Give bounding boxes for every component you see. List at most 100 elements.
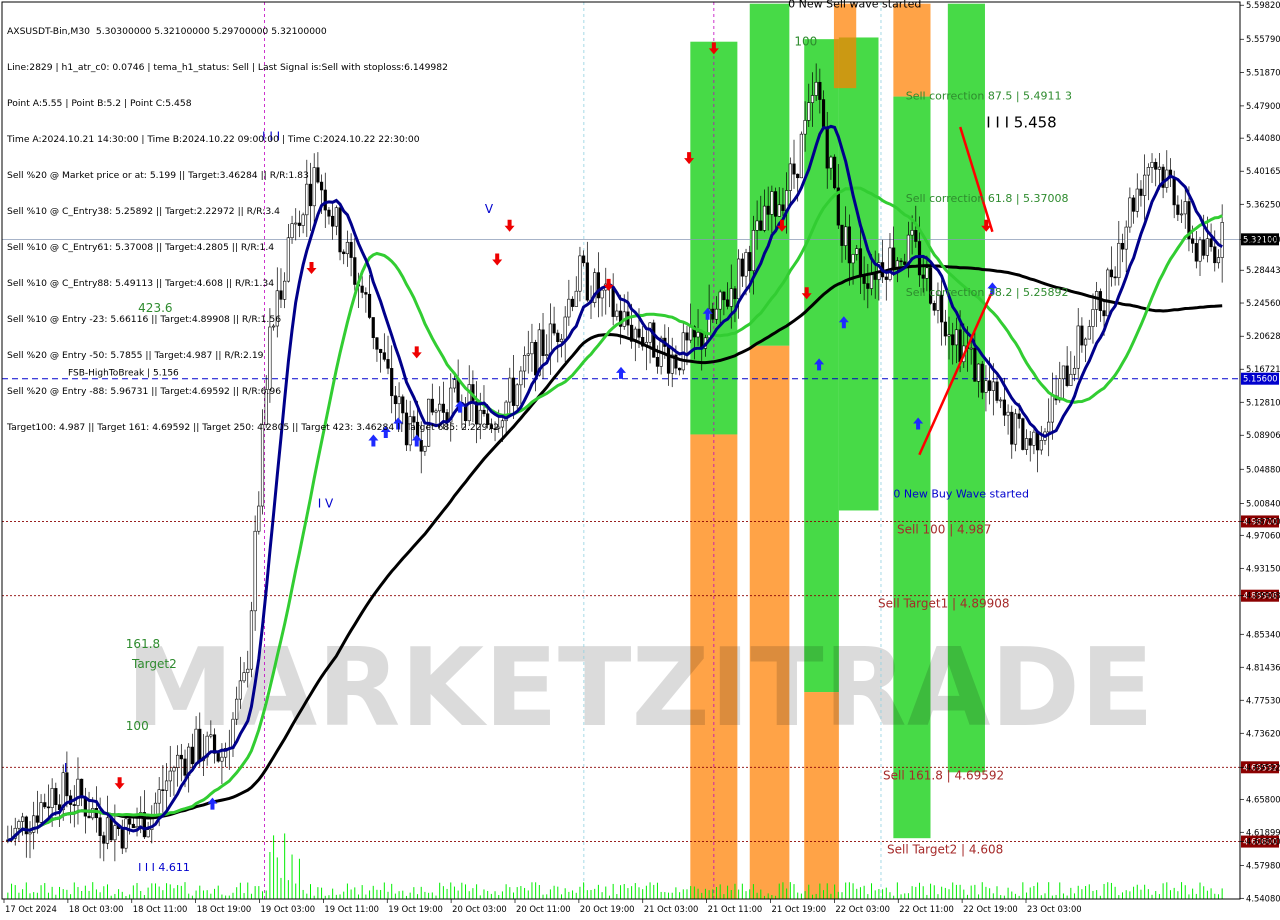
candle-body [733,288,737,300]
chart-annotation: I V [318,497,334,511]
candle-body [781,204,785,211]
info-line: Sell %20 @ Entry -50: 5.7855 || Target:4… [7,350,264,361]
info-line: Sell %20 @ Entry -88: 5.96731 || Target:… [7,386,282,397]
candle-body [1128,197,1132,228]
x-tick-label: 20 Oct 11:00 [516,904,571,914]
y-tick-label: 5.36250 [1246,199,1280,209]
x-tick-label: 18 Oct 03:00 [69,904,124,914]
y-tick-label: 5.32100 [1246,234,1280,244]
candle-body [43,802,47,808]
candle-body [216,753,220,762]
candle-body [711,308,715,320]
candle-body [578,255,582,292]
info-line: Sell %10 @ C_Entry88: 5.49113 || Target:… [7,278,275,289]
candle-body [1176,204,1180,215]
candle-body [1095,291,1099,310]
candle-body [914,230,918,242]
candle-body [168,770,172,782]
candle-body [980,363,984,393]
y-tick-label: 5.28443 [1246,265,1280,275]
candle-body [652,322,656,358]
candle-body [1002,399,1006,416]
candle-body [179,754,183,760]
chart-annotation: 161.8 [126,637,160,651]
candle-body [1113,276,1117,279]
candle-body [1135,188,1139,212]
candle-body [109,817,113,841]
y-tick-label: 5.51870 [1246,67,1280,77]
chart-annotation: Sell correction 38.2 | 5.25892 [906,286,1069,299]
candle-body [748,252,752,272]
chart-annotation: Target2 [131,657,177,671]
candle-body [740,258,744,277]
candle-body [833,156,837,189]
candle-body [759,220,763,231]
y-tick-label: 5.00840 [1246,498,1280,508]
candle-body [423,445,427,452]
candle-body [1216,257,1221,264]
buy-arrow-icon [207,797,218,810]
candle-body [83,797,87,817]
candle-body [541,329,545,356]
candle-body [725,299,730,307]
candle-body [884,276,888,280]
candle-body [910,230,914,236]
candle-body [995,381,999,401]
candle-body [120,828,124,849]
candle-body [1013,413,1018,445]
chart-annotation: Sell correction 61.8 | 5.37008 [906,192,1069,205]
candle-body [526,353,530,356]
info-line: Line:2829 | h1_atr_c0: 0.0746 | tema_h1_… [7,62,448,73]
candle-body [1191,238,1195,244]
candle-body [951,334,955,346]
candle-body [559,338,564,342]
chart-annotation: Sell correction 87.5 | 5.4911 3 [906,90,1072,103]
x-tick-label: 19 Oct 19:00 [388,904,443,914]
y-tick-label: 5.20628 [1246,331,1280,341]
y-tick-label: 5.24560 [1246,298,1280,308]
candle-body [947,334,951,337]
candle-body [840,224,844,246]
chart-annotation: 100 [794,35,817,49]
candle-body [866,283,870,289]
candle-body [153,802,158,816]
candle-body [851,254,855,264]
candle-body [766,205,770,215]
signal-zone [833,3,857,89]
candle-body [770,191,774,215]
candle-body [1157,166,1162,170]
candle-body [563,316,567,340]
y-tick-label: 4.89908 [1246,591,1280,601]
info-line: Sell %10 @ C_Entry38: 5.25892 || Target:… [7,206,280,217]
candle-body [257,505,261,532]
candle-body [1109,269,1114,278]
candle-body [1065,365,1069,386]
candle-body [511,377,516,406]
candle-body [943,321,947,337]
candle-body [1017,413,1021,419]
y-tick-label: 4.85340 [1246,629,1280,639]
candle-body [1131,197,1136,212]
chart-annotation: 0 New Buy Wave started [893,488,1029,501]
candle-body [176,754,180,768]
candle-body [46,806,51,809]
candle-body [72,804,76,806]
y-tick-label: 5.04880 [1246,464,1280,474]
x-tick-label: 18 Oct 19:00 [197,904,252,914]
y-tick-label: 4.77530 [1246,695,1280,705]
y-tick-label: 4.98700 [1246,516,1280,526]
candle-body [1028,438,1032,446]
candle-body [1087,326,1091,340]
x-tick-label: 22 Oct 11:00 [899,904,954,914]
x-tick-label: 22 Oct 19:00 [963,904,1018,914]
candle-body [637,328,641,338]
candle-body [28,832,32,835]
candle-body [681,332,685,371]
candle-body [718,291,722,310]
y-tick-label: 4.97060 [1246,530,1280,540]
candle-body [17,821,21,829]
candle-body [1076,325,1080,369]
candle-body [655,357,660,367]
candle-body [76,778,80,806]
y-tick-label: 5.47900 [1246,101,1280,111]
